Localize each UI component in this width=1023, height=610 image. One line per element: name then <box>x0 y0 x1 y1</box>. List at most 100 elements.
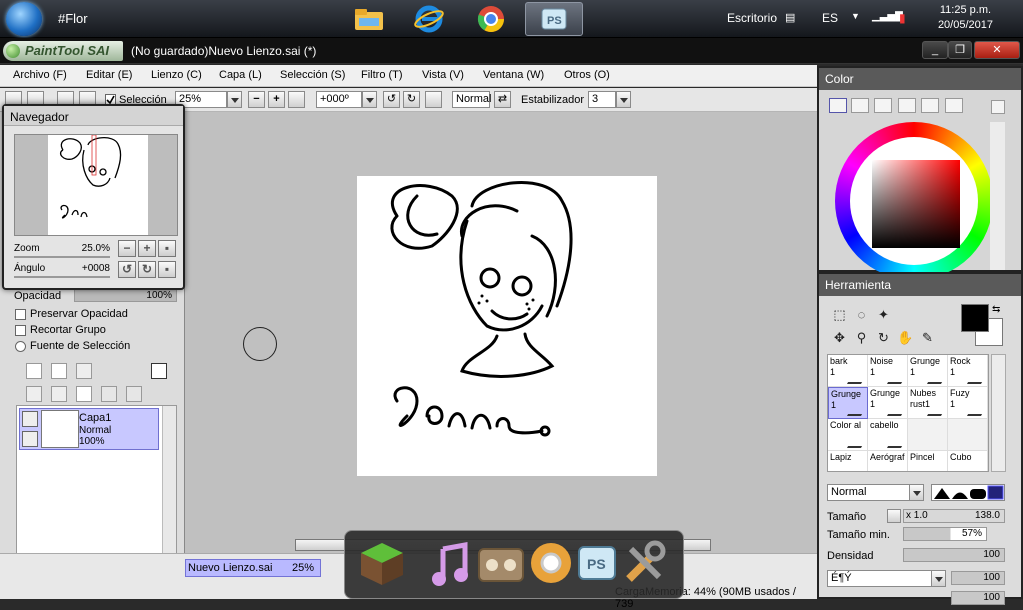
menu-filtro[interactable]: Filtro (T) <box>361 69 403 81</box>
visibility-eye-icon[interactable] <box>22 411 38 427</box>
document-tab[interactable]: Nuevo Lienzo.sai 25% <box>185 559 321 577</box>
brush-slot[interactable]: Cubo <box>948 451 988 471</box>
rotation-field[interactable]: +000º <box>316 91 362 108</box>
zoom-out-button[interactable]: − <box>248 91 265 108</box>
selection-source-radio[interactable] <box>15 341 26 352</box>
menu-vista[interactable]: Vista (V) <box>422 69 464 81</box>
rotate-right-button[interactable]: ↻ <box>403 91 420 108</box>
opacity-slider[interactable]: 100% <box>74 289 177 302</box>
rotation-dropdown-arrow[interactable] <box>362 91 377 108</box>
new-folder-icon[interactable] <box>76 363 92 379</box>
language-indicator[interactable]: ES <box>822 11 838 25</box>
brush-slot[interactable]: Rock 1 <box>948 355 988 387</box>
new-layer-icon[interactable] <box>26 363 42 379</box>
brush-slot-selected[interactable]: Grunge 1 <box>828 387 870 419</box>
menu-ventana[interactable]: Ventana (W) <box>483 69 544 81</box>
saturation-value-square[interactable] <box>872 160 960 248</box>
tray-expand-icon[interactable]: ▼ <box>851 11 860 21</box>
taskbar-paint-tool-sai[interactable]: PS <box>525 2 583 36</box>
brush-slot[interactable]: bark 1 <box>828 355 870 387</box>
brush-slot[interactable]: Fuzy 1 <box>948 387 988 419</box>
windows-start-button[interactable] <box>6 2 42 36</box>
menu-lienzo[interactable]: Lienzo (C) <box>151 69 202 81</box>
color-wheel-mode-button[interactable] <box>829 98 847 113</box>
nav-angle-slider[interactable] <box>14 276 110 278</box>
extra-amount[interactable]: 100 <box>951 591 1005 605</box>
brush-slot-empty[interactable] <box>948 419 988 451</box>
brush-slot[interactable]: Grunge 1 <box>908 355 950 387</box>
size-slider[interactable]: x 1.0 138.0 <box>903 509 1005 523</box>
rect-select-icon[interactable]: ⬚ <box>831 307 848 323</box>
min-size-slider[interactable]: 57% <box>903 527 987 541</box>
texture-amount[interactable]: 100 <box>951 571 1005 585</box>
minecraft-icon[interactable] <box>357 539 407 589</box>
transfer-down-icon[interactable] <box>26 386 42 402</box>
taskbar-internet-explorer[interactable] <box>400 2 458 36</box>
eyedropper-icon[interactable]: ✎ <box>919 330 936 346</box>
brush-slot[interactable]: Nubes rust1 <box>908 387 950 419</box>
brush-slot[interactable]: Color al <box>828 419 870 451</box>
zoom-reset-button[interactable] <box>288 91 305 108</box>
size-range-button[interactable] <box>887 509 901 523</box>
scratchpad-mode-button[interactable] <box>921 98 939 113</box>
brush-slot[interactable]: Grunge 1 <box>868 387 910 419</box>
menu-editar[interactable]: Editar (E) <box>86 69 132 81</box>
desktop-label[interactable]: Escritorio <box>727 11 777 25</box>
navigator-preview[interactable] <box>14 134 178 236</box>
color-panel-menu-arrow[interactable] <box>991 100 1005 114</box>
close-button[interactable]: ✕ <box>974 41 1020 59</box>
preserve-opacity-checkbox[interactable] <box>15 309 26 320</box>
trash-icon[interactable] <box>101 386 117 402</box>
merge-down-icon[interactable] <box>51 386 67 402</box>
taskbar-chrome[interactable] <box>462 2 520 36</box>
chrome-dock-icon[interactable] <box>529 541 573 585</box>
primary-color-swatch[interactable] <box>961 304 989 332</box>
clear-layer-icon[interactable] <box>76 386 92 402</box>
rotation-reset-button[interactable] <box>425 91 442 108</box>
rgb-slider-mode-button[interactable] <box>851 98 869 113</box>
brush-blend-mode[interactable]: Normal <box>827 484 911 501</box>
color-panel-scrollbar[interactable] <box>990 122 1005 270</box>
hsv-slider-mode-button[interactable] <box>874 98 892 113</box>
paint-tool-sai-dock-icon[interactable]: PS <box>577 543 617 583</box>
zoom-icon[interactable]: ⚲ <box>853 330 870 346</box>
nav-rotate-right-button[interactable]: ↻ <box>138 261 156 278</box>
stabilizer-dropdown-arrow[interactable] <box>616 91 631 108</box>
music-icon[interactable] <box>429 541 473 587</box>
move-icon[interactable]: ✥ <box>831 330 848 346</box>
lasso-icon[interactable]: ◌ <box>853 307 870 323</box>
rotate-icon[interactable]: ↻ <box>875 330 892 346</box>
canvas-workspace[interactable] <box>185 112 817 553</box>
nav-rotate-reset-button[interactable]: ▪ <box>158 261 176 278</box>
brush-slot-empty[interactable] <box>908 419 948 451</box>
system-clock[interactable]: 11:25 p.m. 20/05/2017 <box>938 3 993 33</box>
texture-dropdown-arrow[interactable] <box>931 570 946 587</box>
video-icon[interactable] <box>477 545 525 585</box>
brush-slot[interactable]: Aerógraf <box>868 451 910 471</box>
drawing-canvas[interactable] <box>357 176 657 476</box>
battery-icon[interactable]: ▮ <box>899 11 906 25</box>
nav-zoom-in-button[interactable]: + <box>138 240 156 257</box>
brush-shape-selector[interactable] <box>931 484 1005 501</box>
minimize-button[interactable]: _ <box>922 41 948 59</box>
brush-slot[interactable]: cabello <box>868 419 910 451</box>
color-swatches-mode-button[interactable] <box>898 98 916 113</box>
tools-icon[interactable] <box>621 539 669 587</box>
nav-rotate-left-button[interactable]: ↺ <box>118 261 136 278</box>
taskbar-window-title[interactable]: #Flor <box>58 11 88 26</box>
swap-colors-icon[interactable]: ⇆ <box>992 304 1000 315</box>
stabilizer-field[interactable]: 3 <box>588 91 616 108</box>
rotate-left-button[interactable]: ↺ <box>383 91 400 108</box>
texture-select[interactable]: É¶Ý <box>827 570 937 587</box>
nav-zoom-slider[interactable] <box>14 256 110 258</box>
layer-mask-icon[interactable] <box>151 363 167 379</box>
zoom-in-button[interactable]: + <box>268 91 285 108</box>
layer-row[interactable]: Capa1 Normal 100% <box>19 408 159 450</box>
nav-zoom-reset-button[interactable]: ▪ <box>158 240 176 257</box>
menu-archivo[interactable]: Archivo (F) <box>13 69 67 81</box>
menu-otros[interactable]: Otros (O) <box>564 69 610 81</box>
show-desktop-icon[interactable]: ▤ <box>785 11 795 24</box>
brush-grid-scrollbar[interactable] <box>991 354 1006 472</box>
layer-properties-icon[interactable] <box>126 386 142 402</box>
new-linework-layer-icon[interactable] <box>51 363 67 379</box>
